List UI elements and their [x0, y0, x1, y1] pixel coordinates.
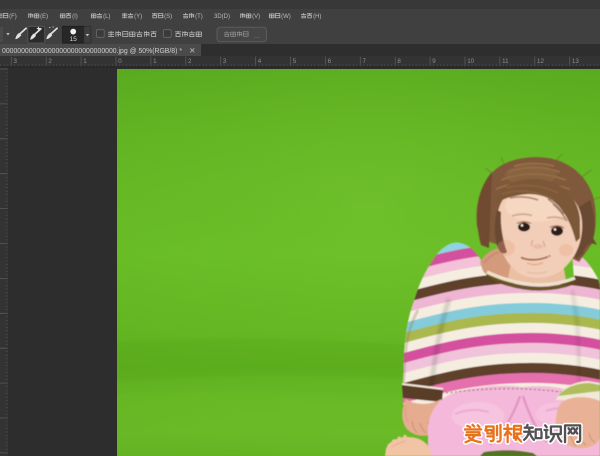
- svg-text:15: 15: [70, 36, 78, 43]
- svg-text:1: 1: [153, 58, 157, 65]
- svg-text:(F): (F): [9, 14, 17, 20]
- svg-text:(V): (V): [252, 14, 260, 20]
- svg-text:(Y): (Y): [134, 14, 142, 20]
- svg-text:2: 2: [188, 58, 192, 65]
- svg-text:10: 10: [467, 58, 474, 65]
- svg-text:1: 1: [83, 58, 87, 65]
- svg-text:13: 13: [572, 58, 579, 65]
- svg-text:5: 5: [293, 58, 297, 65]
- svg-text:(W): (W): [281, 14, 291, 20]
- svg-text:(L): (L): [103, 14, 110, 20]
- svg-text:0: 0: [118, 58, 122, 65]
- svg-text:3D(D): 3D(D): [214, 14, 230, 20]
- svg-text:12: 12: [537, 58, 544, 65]
- svg-text:8: 8: [397, 58, 401, 65]
- svg-text:4: 4: [258, 58, 262, 65]
- svg-text:(E): (E): [40, 14, 48, 20]
- svg-text:6: 6: [328, 58, 332, 65]
- svg-text:11: 11: [502, 58, 509, 65]
- svg-text:(T): (T): [195, 14, 203, 20]
- svg-text:(S): (S): [164, 14, 172, 20]
- svg-text:000000000000000000000000000000: 000000000000000000000000000000.jpg @ 50%…: [2, 46, 182, 55]
- svg-text:9: 9: [432, 58, 436, 65]
- svg-text:...: ...: [254, 33, 260, 40]
- svg-text:7: 7: [363, 58, 367, 65]
- svg-text:3: 3: [223, 58, 227, 65]
- svg-text:2: 2: [48, 58, 52, 65]
- svg-text:3: 3: [14, 58, 18, 65]
- svg-text:(H): (H): [313, 14, 321, 20]
- svg-text:(I): (I): [72, 14, 78, 20]
